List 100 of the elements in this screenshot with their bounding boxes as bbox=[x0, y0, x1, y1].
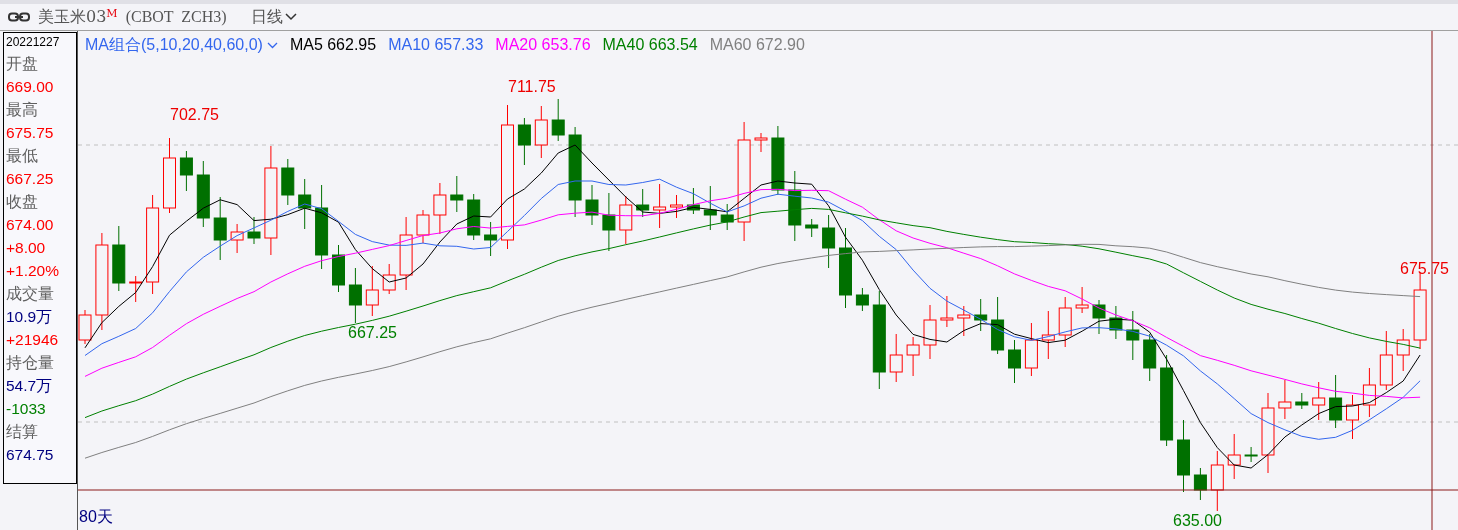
info-value: 674.00 bbox=[6, 215, 55, 235]
info-value: +8.00 bbox=[6, 238, 47, 258]
ma-legend-value: MA20 653.76 bbox=[495, 35, 591, 55]
link-icon[interactable] bbox=[8, 12, 30, 22]
candlestick bbox=[484, 221, 498, 257]
candlestick bbox=[551, 98, 565, 142]
info-value: 开盘 bbox=[6, 54, 39, 74]
candlestick bbox=[1396, 328, 1410, 372]
candlestick bbox=[433, 182, 447, 235]
info-value: 10.9万 bbox=[6, 307, 54, 327]
candlestick bbox=[1041, 310, 1055, 360]
candlestick bbox=[281, 158, 295, 206]
candlestick bbox=[1008, 339, 1021, 384]
info-value: 54.7万 bbox=[6, 376, 54, 396]
candlestick bbox=[112, 225, 126, 292]
price-label: 675.75 bbox=[1400, 259, 1449, 279]
info-value: 最高 bbox=[6, 100, 39, 120]
candlestick bbox=[1227, 433, 1241, 480]
candlestick bbox=[906, 336, 920, 377]
ma-legend-value: MA40 663.54 bbox=[602, 35, 698, 55]
info-value: 结算 bbox=[6, 422, 39, 442]
ma-legend-value: MA10 657.33 bbox=[388, 35, 484, 55]
period-dropdown[interactable]: 日线 bbox=[250, 5, 297, 29]
candlestick bbox=[1379, 330, 1393, 391]
candlestick bbox=[889, 333, 903, 383]
candlestick bbox=[1346, 394, 1359, 440]
candlestick bbox=[534, 105, 548, 159]
candlestick bbox=[1092, 299, 1106, 335]
candlestick bbox=[703, 185, 717, 231]
candlestick bbox=[974, 298, 988, 332]
candlestick bbox=[1075, 286, 1089, 314]
candlestick bbox=[957, 305, 971, 337]
candlestick bbox=[1312, 381, 1326, 421]
info-value: 最低 bbox=[6, 146, 39, 166]
candlestick bbox=[991, 296, 1005, 355]
candlestick bbox=[365, 265, 379, 317]
candlestick bbox=[619, 195, 633, 245]
exchange-code: (CBOT ZCH3) bbox=[125, 7, 227, 28]
candlestick bbox=[517, 117, 531, 166]
candlestick bbox=[230, 223, 244, 254]
candlestick bbox=[636, 188, 650, 218]
candlestick bbox=[686, 187, 700, 215]
ma-combo-dropdown[interactable]: MA组合(5,10,20,40,60,0) bbox=[85, 33, 278, 57]
chevron-icon bbox=[284, 13, 297, 21]
ma-legend-value: MA5 662.95 bbox=[289, 35, 377, 55]
symbol-name: 美玉米03$^{M}$ bbox=[38, 5, 118, 28]
info-value: 成交量 bbox=[6, 284, 55, 304]
candlestick bbox=[1278, 379, 1292, 420]
candlestick bbox=[805, 218, 819, 238]
candlestick bbox=[332, 244, 345, 293]
candlestick bbox=[1058, 296, 1072, 348]
candlestick bbox=[670, 194, 683, 219]
candlestick bbox=[923, 304, 937, 360]
candlestick bbox=[1024, 322, 1038, 377]
candlestick bbox=[585, 184, 599, 226]
ma-legend-value: MA60 672.90 bbox=[709, 35, 805, 55]
candlestick bbox=[298, 178, 312, 230]
candlestick bbox=[1143, 333, 1157, 382]
candlestick bbox=[382, 263, 396, 295]
price-label: 711.75 bbox=[508, 77, 556, 97]
candlestick bbox=[179, 150, 193, 192]
info-value: -1033 bbox=[6, 399, 47, 419]
candlestick bbox=[1362, 367, 1376, 418]
candlestick bbox=[771, 125, 785, 196]
date-text: 20221227 bbox=[6, 34, 61, 51]
info-value: 669.00 bbox=[6, 77, 55, 97]
candlestick bbox=[1295, 392, 1309, 410]
candlestick bbox=[1193, 467, 1207, 501]
candlestick bbox=[754, 132, 768, 153]
candlestick bbox=[1329, 374, 1343, 429]
candlestick bbox=[1244, 446, 1258, 463]
info-value: 收盘 bbox=[6, 192, 39, 212]
candlestick bbox=[1109, 305, 1123, 340]
info-value: 674.75 bbox=[6, 445, 55, 465]
candlestick bbox=[348, 267, 362, 324]
price-label: 702.75 bbox=[170, 105, 219, 125]
candlestick bbox=[196, 160, 210, 228]
price-label: 635.00 bbox=[1173, 511, 1222, 530]
candlestick bbox=[653, 183, 667, 229]
info-value: 667.25 bbox=[6, 169, 55, 189]
candlestick bbox=[822, 214, 836, 269]
candlestick bbox=[213, 196, 227, 261]
candlestick bbox=[855, 287, 869, 312]
candlestick bbox=[720, 203, 734, 231]
candlestick bbox=[129, 275, 143, 303]
info-value: +21946 bbox=[6, 330, 60, 350]
candlestick bbox=[602, 192, 616, 252]
chevron-icon bbox=[266, 41, 278, 49]
info-value: +1.20% bbox=[6, 261, 60, 281]
candlestick bbox=[1210, 450, 1224, 512]
info-value: 675.75 bbox=[6, 123, 55, 143]
candlestick bbox=[940, 295, 954, 328]
candlestick bbox=[450, 175, 464, 213]
price-label: 667.25 bbox=[348, 323, 397, 343]
candlestick bbox=[247, 216, 261, 245]
candlestick bbox=[416, 209, 430, 244]
candlestick bbox=[1126, 310, 1140, 361]
info-value: 持仓量 bbox=[6, 353, 55, 373]
candlestick bbox=[467, 193, 481, 241]
candlestick bbox=[788, 170, 802, 242]
